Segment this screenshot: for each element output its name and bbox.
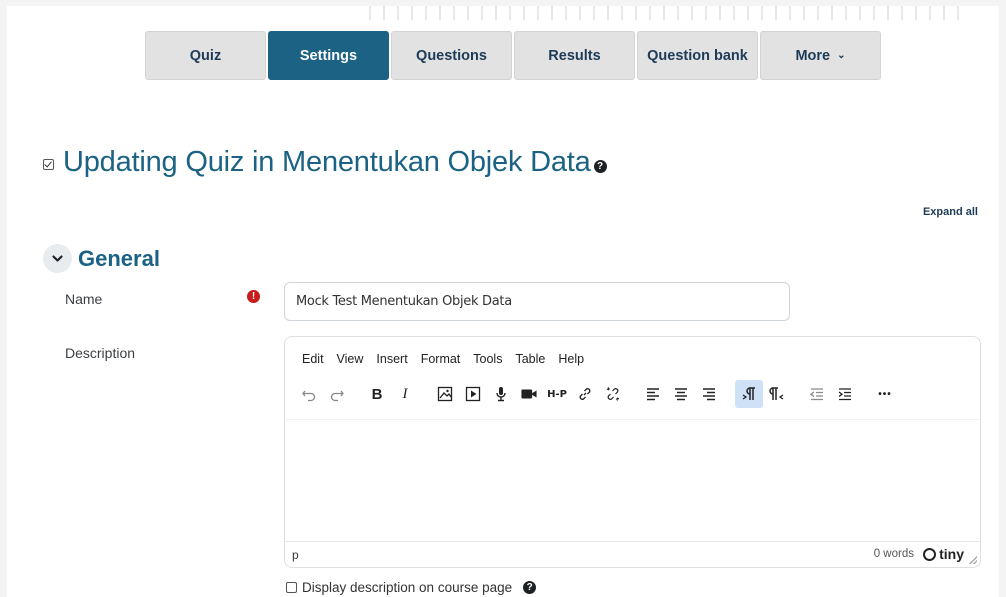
expand-all-link[interactable]: Expand all xyxy=(923,206,978,218)
tab-settings[interactable]: Settings xyxy=(268,31,389,80)
undo-icon[interactable] xyxy=(295,380,323,408)
description-label: Description xyxy=(65,345,136,361)
rtl-icon[interactable] xyxy=(763,380,791,408)
tab-label: Questions xyxy=(416,47,487,64)
required-icon: ! xyxy=(247,290,260,303)
page-header: Updating Quiz in Menentukan Objek Data ? xyxy=(43,146,607,179)
menu-edit[interactable]: Edit xyxy=(302,352,324,366)
help-icon[interactable]: ? xyxy=(593,160,607,173)
tab-label: Question bank xyxy=(647,47,748,64)
description-editor: Edit View Insert Format Tools Table Help… xyxy=(284,336,981,568)
indent-icon[interactable] xyxy=(831,380,859,408)
unlink-icon[interactable] xyxy=(599,380,627,408)
outdent-icon[interactable] xyxy=(803,380,831,408)
tab-question-bank[interactable]: Question bank xyxy=(637,31,758,80)
quiz-checkbox-icon xyxy=(43,159,54,170)
ltr-icon[interactable] xyxy=(735,380,763,408)
display-description-row: Display description on course page ? xyxy=(286,580,537,595)
collapse-section-button[interactable] xyxy=(43,244,72,273)
link-icon[interactable] xyxy=(571,380,599,408)
menu-view[interactable]: View xyxy=(337,352,364,366)
word-count[interactable]: 0 words xyxy=(874,548,914,560)
menu-format[interactable]: Format xyxy=(421,352,461,366)
align-center-icon[interactable] xyxy=(667,380,695,408)
chevron-down-icon xyxy=(52,255,63,262)
bold-icon[interactable]: B xyxy=(363,380,391,408)
section-title: General xyxy=(78,245,160,271)
h5p-icon[interactable]: H-P xyxy=(543,380,571,408)
page-container: Quiz Settings Questions Results Question… xyxy=(7,6,999,597)
tiny-ring-icon xyxy=(923,547,937,561)
tab-more[interactable]: More ⌄ xyxy=(760,31,881,80)
align-right-icon[interactable] xyxy=(695,380,723,408)
menu-table[interactable]: Table xyxy=(515,352,545,366)
align-left-icon[interactable] xyxy=(639,380,667,408)
menu-help[interactable]: Help xyxy=(558,352,584,366)
editor-content-area[interactable] xyxy=(286,419,979,541)
more-icon[interactable]: ••• xyxy=(871,380,899,408)
italic-icon[interactable]: I xyxy=(391,380,419,408)
display-description-label: Display description on course page xyxy=(302,580,513,595)
tab-label: Quiz xyxy=(189,47,222,64)
video-camera-icon[interactable] xyxy=(515,380,543,408)
editor-menubar: Edit View Insert Format Tools Table Help xyxy=(302,352,584,366)
help-icon[interactable]: ? xyxy=(523,581,537,594)
name-label: Name xyxy=(65,291,103,307)
tab-label: More xyxy=(795,47,831,64)
tab-results[interactable]: Results xyxy=(514,31,635,80)
menu-insert[interactable]: Insert xyxy=(376,352,407,366)
name-input[interactable]: Mock Test Menentukan Objek Data xyxy=(284,282,790,321)
tiny-brand-text: tiny xyxy=(939,546,964,562)
decorative-dashes xyxy=(369,6,969,20)
redo-icon[interactable] xyxy=(323,380,351,408)
tiny-logo[interactable]: tiny xyxy=(923,546,964,562)
chevron-down-icon: ⌄ xyxy=(837,50,846,61)
section-header-general: General xyxy=(43,244,160,273)
display-description-checkbox[interactable] xyxy=(286,582,297,593)
tab-quiz[interactable]: Quiz xyxy=(145,31,266,80)
element-path[interactable]: p xyxy=(292,548,299,562)
resize-handle-icon[interactable] xyxy=(969,556,977,564)
secondary-navigation: Quiz Settings Questions Results Question… xyxy=(145,31,881,80)
tab-questions[interactable]: Questions xyxy=(391,31,512,80)
menu-tools[interactable]: Tools xyxy=(473,352,502,366)
tab-label: Settings xyxy=(299,47,358,64)
microphone-icon[interactable] xyxy=(487,380,515,408)
editor-toolbar: B I H-P ••• xyxy=(295,379,899,409)
tab-label: Results xyxy=(548,47,601,64)
page-title: Updating Quiz in Menentukan Objek Data xyxy=(63,146,591,178)
media-icon[interactable] xyxy=(459,380,487,408)
image-icon[interactable] xyxy=(431,380,459,408)
editor-statusbar: p 0 words tiny xyxy=(285,541,980,567)
